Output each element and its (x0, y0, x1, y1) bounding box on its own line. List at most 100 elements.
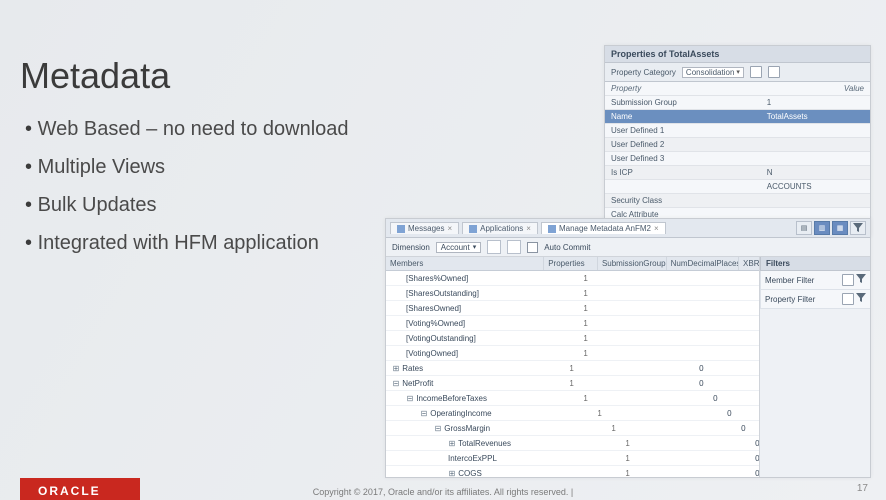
filters-panel: Filters Member FilterProperty Filter (760, 257, 870, 477)
view-btn-2[interactable]: ▥ (814, 221, 830, 235)
decimals-cell: 0 (666, 364, 737, 373)
view-buttons: ▤ ▥ ▦ (796, 221, 866, 235)
close-icon[interactable]: × (447, 224, 452, 233)
table-row[interactable]: ⊞ TotalRevenues10 (386, 436, 759, 451)
member-cell: ⊟ GrossMargin (386, 424, 587, 433)
member-cell: [Voting%Owned] (386, 319, 559, 328)
member-cell: [Shares%Owned] (386, 274, 559, 283)
col-numdecimalplaces[interactable]: NumDecimalPlaces (667, 257, 739, 270)
table-row[interactable]: ⊞ Rates10 (386, 361, 759, 376)
decimals-cell: 0 (694, 409, 759, 418)
view-btn-3[interactable]: ▦ (832, 221, 848, 235)
dimension-dropdown[interactable]: Account ▾ (436, 242, 481, 253)
property-row[interactable]: Security Class (605, 194, 870, 208)
col-submissiongroup[interactable]: SubmissionGroup (598, 257, 667, 270)
properties-toolbar: Property Category Consolidation (605, 63, 870, 82)
table-row[interactable]: ⊟ OperatingIncome1 0 (386, 406, 759, 421)
properties-cell: 1 (545, 364, 598, 373)
table-row[interactable]: [Voting%Owned] 1 (386, 316, 759, 331)
expand-icon[interactable]: ⊟ (420, 409, 428, 418)
table-row[interactable]: [SharesOutstanding]1 (386, 286, 759, 301)
chevron-down-icon: ▾ (473, 243, 477, 251)
property-key (605, 186, 763, 188)
property-category-dropdown[interactable]: Consolidation (682, 67, 744, 78)
table-row[interactable]: [VotingOutstanding]1 (386, 331, 759, 346)
metadata-app-window: Messages×Applications×Manage Metadata An… (385, 218, 871, 478)
expand-icon[interactable]: ⊟ (406, 394, 414, 403)
property-key: Submission Group (605, 97, 763, 108)
page-number: 17 (857, 483, 868, 494)
property-row[interactable]: User Defined 2 (605, 138, 870, 152)
properties-cell: 1 (559, 334, 612, 343)
member-label: [Voting%Owned] (406, 319, 465, 328)
close-icon[interactable]: × (526, 224, 531, 233)
funnel-icon[interactable] (856, 293, 866, 305)
col-members[interactable]: Members (386, 257, 544, 270)
property-row[interactable]: NameTotalAssets (605, 110, 870, 124)
property-row[interactable]: ACCOUNTS (605, 180, 870, 194)
property-row[interactable]: User Defined 1 (605, 124, 870, 138)
properties-cell: 1 (573, 409, 626, 418)
toolbar-btn[interactable] (507, 240, 521, 254)
toolbar-btn[interactable] (487, 240, 501, 254)
dimension-label: Dimension (392, 243, 430, 252)
filter-icon[interactable] (750, 66, 762, 78)
tab[interactable]: Messages× (390, 222, 459, 234)
table-row[interactable]: [VotingOwned]1 (386, 346, 759, 361)
member-label: NetProfit (402, 379, 433, 388)
auto-commit-checkbox[interactable] (527, 242, 538, 253)
property-row[interactable]: Submission Group1 (605, 96, 870, 110)
view-btn-1[interactable]: ▤ (796, 221, 812, 235)
grid-header: Members Properties SubmissionGroup NumDe… (386, 257, 759, 271)
expand-icon[interactable]: ⊟ (392, 379, 400, 388)
clear-filter-icon[interactable] (842, 274, 854, 286)
document-icon (469, 225, 477, 233)
expand-icon[interactable]: ⊞ (392, 364, 400, 373)
properties-cell: 1 (587, 424, 640, 433)
bullet-item: Web Based – no need to download (25, 110, 349, 148)
member-cell: ⊟ OperatingIncome (386, 409, 573, 418)
copyright-text: Copyright © 2017, Oracle and/or its affi… (0, 487, 886, 497)
table-row[interactable]: IntercoExPPL10 (386, 451, 759, 466)
filter-row[interactable]: Member Filter (760, 271, 870, 290)
member-label: GrossMargin (444, 424, 490, 433)
col-properties[interactable]: Properties (544, 257, 598, 270)
tab[interactable]: Manage Metadata AnFM2× (541, 222, 666, 234)
member-cell: ⊟ IncomeBeforeTaxes (386, 394, 559, 403)
property-row[interactable]: User Defined 3 (605, 152, 870, 166)
funnel-icon[interactable] (856, 274, 866, 286)
close-icon[interactable]: × (654, 224, 659, 233)
table-row[interactable]: ⊟ GrossMargin10 (386, 421, 759, 436)
member-cell: ⊟ NetProfit (386, 379, 545, 388)
funnel-icon[interactable] (850, 221, 866, 235)
table-row[interactable]: ⊟ NetProfit10 (386, 376, 759, 391)
table-row[interactable]: [SharesOwned]1 (386, 301, 759, 316)
table-row[interactable]: ⊟ IncomeBeforeTaxes1 0 (386, 391, 759, 406)
expand-icon[interactable]: ⊞ (448, 439, 456, 448)
property-value: ACCOUNTS (763, 181, 870, 192)
funnel-icon[interactable] (768, 66, 780, 78)
filters-title: Filters (760, 257, 870, 271)
clear-filter-icon[interactable] (842, 293, 854, 305)
table-row[interactable]: ⊞ COGS10 (386, 466, 759, 477)
table-row[interactable]: [Shares%Owned]1 (386, 271, 759, 286)
expand-icon[interactable]: ⊞ (448, 469, 456, 478)
bullet-item: Integrated with HFM application (25, 224, 349, 262)
filter-row[interactable]: Property Filter (760, 290, 870, 309)
dimension-value: Account (441, 243, 470, 252)
property-key: User Defined 1 (605, 125, 763, 136)
properties-cell: 1 (559, 319, 612, 328)
property-row[interactable]: Is ICPN (605, 166, 870, 180)
decimals-cell: 0 (680, 394, 751, 403)
property-key: Security Class (605, 195, 763, 206)
property-value (763, 158, 870, 160)
member-label: [SharesOutstanding] (406, 289, 479, 298)
col-xbrltags[interactable]: XBRLTags (739, 257, 760, 270)
properties-cell: 1 (559, 394, 612, 403)
tab-label: Applications (480, 224, 523, 233)
property-category-value: Consolidation (686, 68, 734, 77)
properties-cell: 1 (601, 454, 654, 463)
tab[interactable]: Applications× (462, 222, 538, 234)
expand-icon[interactable]: ⊟ (434, 424, 442, 433)
bullet-item: Bulk Updates (25, 186, 349, 224)
